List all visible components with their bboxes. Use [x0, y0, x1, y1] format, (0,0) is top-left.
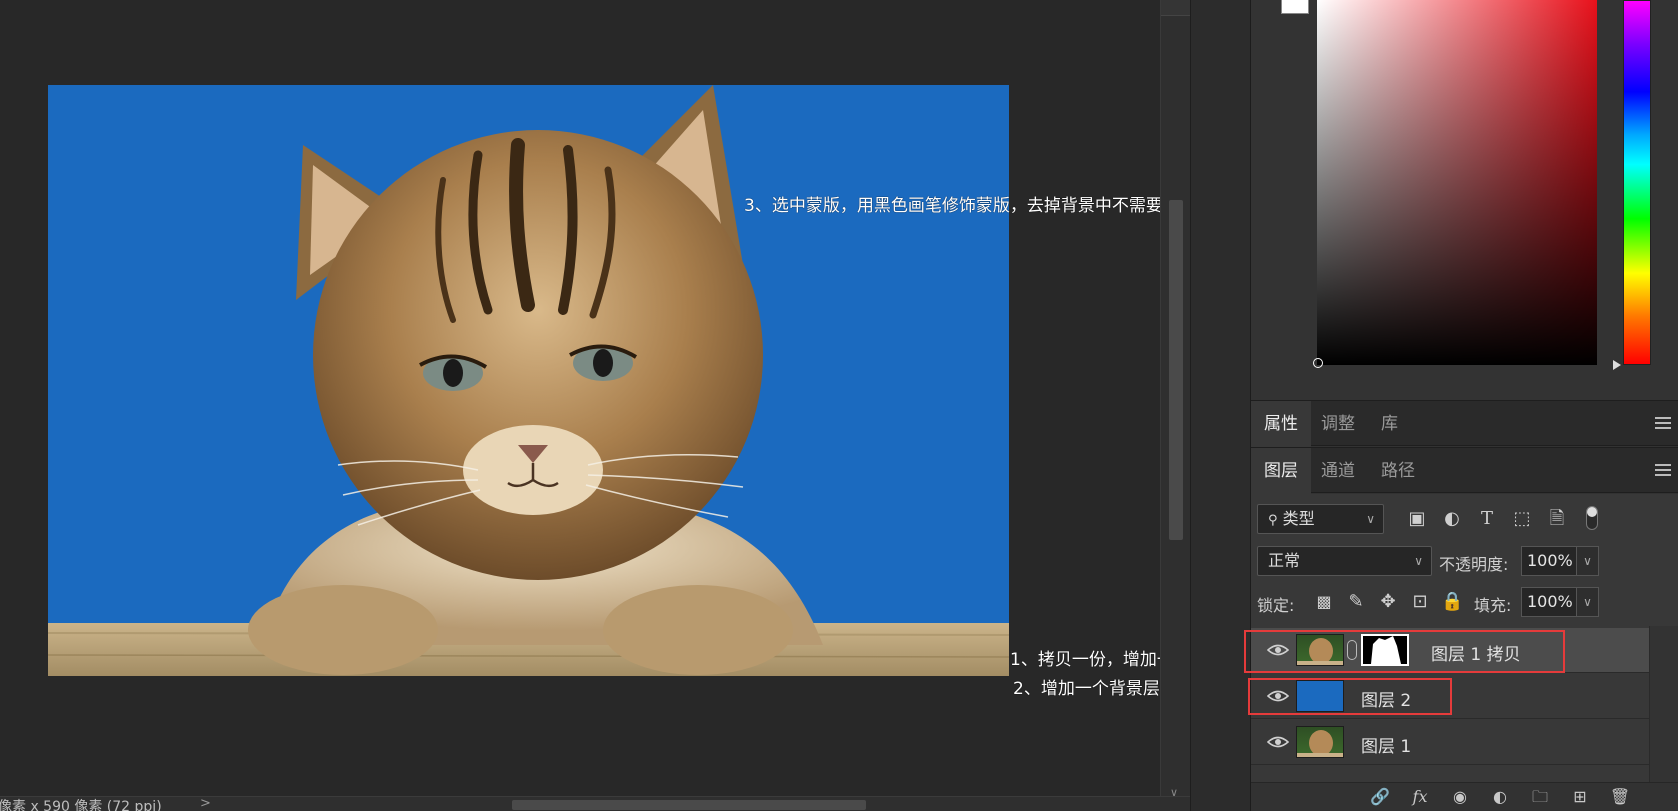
- foreground-color-swatch[interactable]: [1281, 0, 1309, 14]
- layer-thumbnail: [1296, 726, 1344, 758]
- layer-kind-filter[interactable]: ⚲ 类型 ∨: [1257, 504, 1384, 534]
- layer-name[interactable]: 图层 1: [1361, 732, 1411, 757]
- lock-position-icon[interactable]: ✥: [1377, 591, 1399, 613]
- chevron-down-icon: ∨: [1414, 554, 1423, 568]
- fill-input[interactable]: 100%: [1521, 587, 1577, 617]
- lock-all-icon[interactable]: 🔒: [1441, 591, 1463, 613]
- color-picker-panel: [1251, 0, 1678, 400]
- layer-row-layer1[interactable]: 图层 1: [1251, 720, 1649, 765]
- right-panel-dock: 属性 调整 库 图层 通道 路径 ⚲ 类型 ∨ ▣ ◐ T ⬚ 🗎 正常 ∨ 不…: [1244, 0, 1678, 811]
- tab-layers[interactable]: 图层: [1251, 448, 1311, 494]
- tab-paths[interactable]: 路径: [1368, 448, 1428, 494]
- lock-transparent-icon[interactable]: ▩: [1313, 591, 1335, 613]
- layers-tab-bar: 图层 通道 路径: [1251, 447, 1678, 494]
- adjustment-filter-icon[interactable]: ◐: [1441, 508, 1463, 530]
- tab-adjustments[interactable]: 调整: [1308, 401, 1368, 447]
- kitten-image: [48, 85, 1009, 676]
- color-picker-marker[interactable]: [1313, 358, 1323, 368]
- visibility-eye-icon[interactable]: [1267, 733, 1289, 751]
- document-size-info: 像素 x 590 像素 (72 ppi): [0, 799, 162, 811]
- shape-filter-icon[interactable]: ⬚: [1511, 508, 1533, 530]
- blend-mode-value: 正常: [1268, 551, 1301, 570]
- add-mask-icon[interactable]: ◉: [1449, 787, 1471, 807]
- lock-label: 锁定:: [1257, 596, 1295, 615]
- panel-dock-strip: [1190, 0, 1250, 811]
- canvas-vertical-scrollbar[interactable]: ∨: [1160, 0, 1191, 811]
- document-canvas[interactable]: [48, 85, 1009, 676]
- image-filter-icon[interactable]: ▣: [1406, 508, 1428, 530]
- filter-toggle-icon[interactable]: [1586, 506, 1598, 530]
- highlight-box-layer-copy: [1244, 630, 1565, 673]
- lock-paint-icon[interactable]: ✎: [1345, 591, 1367, 613]
- fill-chevron-icon[interactable]: ∨: [1577, 587, 1599, 617]
- fill-label: 填充:: [1474, 596, 1512, 615]
- status-bar: 像素 x 590 像素 (72 ppi) >: [0, 796, 1190, 811]
- new-layer-icon[interactable]: ⊞: [1569, 787, 1591, 807]
- scrollbar-top-cap: [1161, 0, 1191, 16]
- canvas-area[interactable]: 3、选中蒙版，用黑色画笔修饰蒙版，去掉背景中不需要的 1、拷贝一份，增加一个蒙版…: [0, 0, 1225, 811]
- tab-properties[interactable]: 属性: [1251, 401, 1311, 447]
- lock-artboard-icon[interactable]: ⊡: [1409, 591, 1431, 613]
- properties-menu-icon[interactable]: [1655, 417, 1671, 431]
- tab-channels[interactable]: 通道: [1308, 448, 1368, 494]
- fx-icon[interactable]: fx: [1409, 787, 1431, 807]
- chevron-down-icon: ∨: [1366, 512, 1375, 526]
- opacity-input[interactable]: 100%: [1521, 546, 1577, 576]
- layer-kind-filter-label: 类型: [1282, 509, 1315, 528]
- horizontal-scroll-thumb[interactable]: [512, 800, 866, 810]
- hue-slider-marker[interactable]: [1613, 360, 1621, 370]
- properties-tab-bar: 属性 调整 库: [1251, 400, 1678, 447]
- annotation-step3: 3、选中蒙版，用黑色画笔修饰蒙版，去掉背景中不需要的: [744, 196, 1180, 216]
- highlight-box-layer2: [1248, 678, 1452, 715]
- blend-mode-select[interactable]: 正常 ∨: [1257, 546, 1432, 576]
- tab-libraries[interactable]: 库: [1368, 401, 1411, 447]
- status-expand-arrow-icon[interactable]: >: [200, 796, 211, 811]
- layers-panel-footer: 🔗 fx ◉ ◐ 🗀 ⊞ 🗑: [1251, 782, 1678, 811]
- layers-menu-icon[interactable]: [1655, 464, 1671, 478]
- smart-object-filter-icon[interactable]: 🗎: [1546, 508, 1568, 530]
- opacity-label: 不透明度:: [1439, 555, 1509, 574]
- search-icon: ⚲: [1268, 513, 1278, 528]
- link-layers-icon[interactable]: 🔗: [1369, 787, 1391, 807]
- vertical-scroll-thumb[interactable]: [1169, 200, 1183, 540]
- group-folder-icon[interactable]: 🗀: [1529, 787, 1551, 807]
- saturation-value-field[interactable]: [1317, 0, 1597, 365]
- hue-slider[interactable]: [1623, 0, 1651, 365]
- annotation-step2: 2、增加一个背景层: [1013, 679, 1160, 699]
- adjustment-layer-icon[interactable]: ◐: [1489, 787, 1511, 807]
- opacity-chevron-icon[interactable]: ∨: [1577, 546, 1599, 576]
- type-filter-icon[interactable]: T: [1476, 508, 1498, 530]
- layers-scrollbar[interactable]: [1649, 626, 1678, 782]
- delete-layer-icon[interactable]: 🗑: [1609, 787, 1631, 807]
- photoshop-workspace: 3、选中蒙版，用黑色画笔修饰蒙版，去掉背景中不需要的 1、拷贝一份，增加一个蒙版…: [0, 0, 1678, 811]
